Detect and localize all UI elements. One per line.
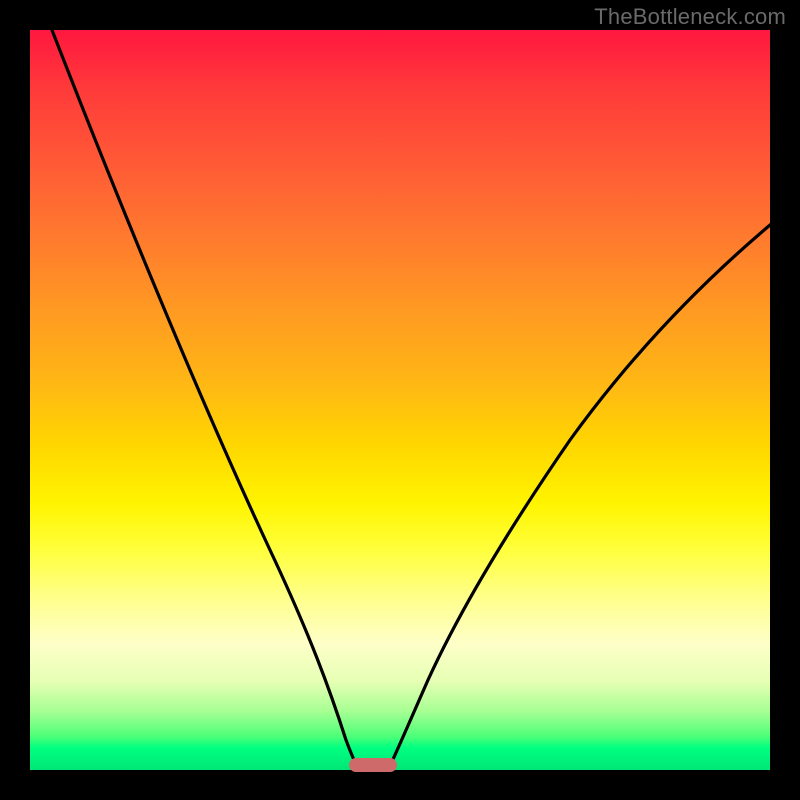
curve-layer (30, 30, 770, 770)
optimal-range-marker (349, 758, 397, 772)
plot-area (30, 30, 770, 770)
left-curve (52, 30, 359, 770)
watermark-text: TheBottleneck.com (594, 4, 786, 30)
right-curve (388, 225, 770, 770)
chart-frame: TheBottleneck.com (0, 0, 800, 800)
